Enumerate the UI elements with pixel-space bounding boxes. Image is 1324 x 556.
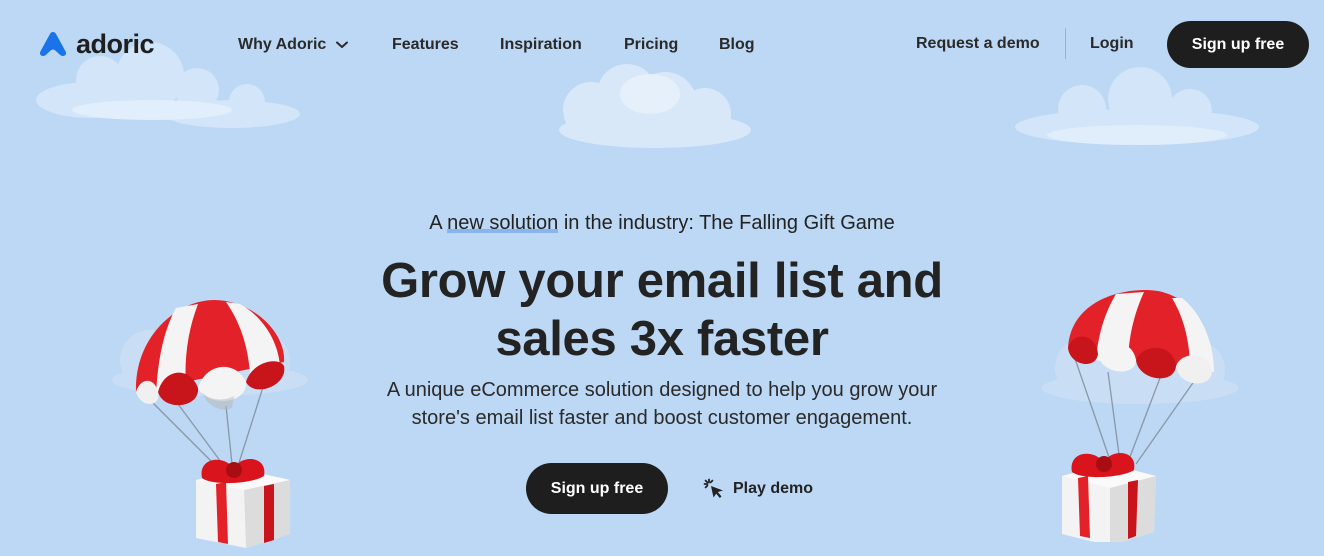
nav-item-inspiration[interactable]: Inspiration [500,35,582,55]
play-demo-button[interactable]: Play demo [703,478,813,500]
top-navigation: adoric Why Adoric Features Inspiration P… [0,0,1324,90]
header-signup-button[interactable]: Sign up free [1167,21,1309,68]
hero-signup-button[interactable]: Sign up free [526,463,668,514]
nav-item-blog[interactable]: Blog [719,35,755,55]
play-demo-label: Play demo [733,480,814,497]
click-cursor-icon [703,478,723,498]
eyebrow-prefix: A [429,212,448,234]
chevron-down-icon [336,41,349,48]
eyebrow-suffix: in the industry: The Falling Gift Game [558,212,895,234]
nav-divider [1065,28,1066,59]
nav-item-why-adoric[interactable]: Why Adoric [238,35,349,55]
parachute-gift-left-illustration [135,300,290,548]
request-demo-link[interactable]: Request a demo [916,34,1040,54]
adoric-triangle-logo-icon [39,32,67,56]
login-link[interactable]: Login [1090,34,1134,54]
nav-item-pricing[interactable]: Pricing [624,35,678,55]
brand-logo[interactable]: adoric [38,28,155,59]
parachute-gift-right-illustration [1062,290,1214,542]
nav-item-label: Why Adoric [238,36,327,53]
nav-item-features[interactable]: Features [392,35,459,55]
eyebrow-highlight: new solution [447,212,559,234]
hero-eyebrow: A new solution in the industry: The Fall… [0,210,1324,236]
brand-name: adoric [76,28,155,59]
